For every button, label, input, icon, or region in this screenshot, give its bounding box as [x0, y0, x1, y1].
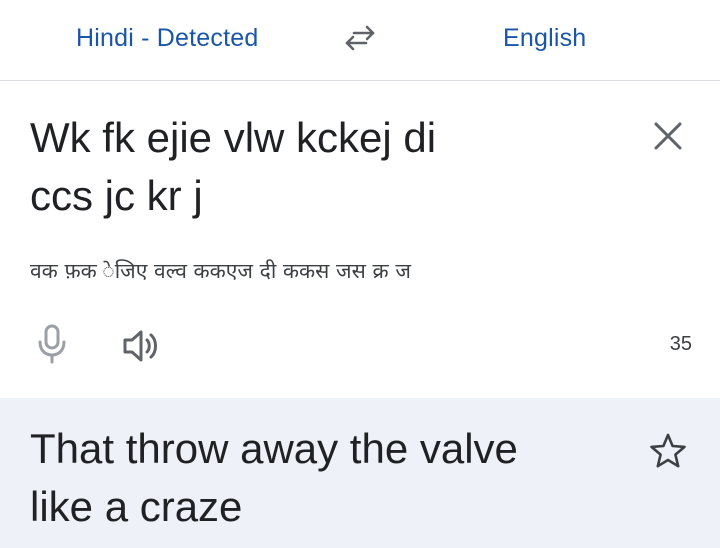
source-input-line: Wk fk ejie vlw kckej di [30, 114, 437, 161]
speaker-icon [123, 330, 157, 362]
close-icon [654, 122, 682, 150]
source-input-panel: Wk fk ejie vlw kckej di ccs jc kr j वक फ… [0, 81, 720, 398]
translation-line: That throw away the valve [30, 425, 518, 472]
target-language-button[interactable]: English [503, 18, 586, 58]
source-input-text[interactable]: Wk fk ejie vlw kckej di ccs jc kr j [30, 109, 590, 225]
microphone-button[interactable] [36, 324, 68, 364]
transliteration-text: वक फ़क ेजिए वल्व ककएज दी ककस जस क्र ज [30, 259, 411, 283]
microphone-icon [38, 324, 66, 364]
translation-result-panel: That throw away the valve like a craze [0, 398, 720, 548]
swap-languages-button[interactable] [340, 22, 380, 54]
star-outline-icon [650, 433, 686, 468]
source-input-line: ccs jc kr j [30, 172, 203, 219]
character-count: 35 [669, 333, 692, 355]
language-bar: Hindi - Detected English [0, 0, 720, 81]
source-language-button[interactable]: Hindi - Detected [76, 18, 258, 58]
clear-input-button[interactable] [651, 119, 685, 153]
swap-arrows-icon [345, 25, 375, 51]
translation-text[interactable]: That throw away the valve like a craze [30, 420, 590, 536]
listen-source-button[interactable] [122, 329, 160, 363]
translation-line: like a craze [30, 483, 243, 530]
translate-app: Hindi - Detected English Wk fk ejie vlw … [0, 0, 720, 548]
save-translation-button[interactable] [649, 432, 687, 470]
